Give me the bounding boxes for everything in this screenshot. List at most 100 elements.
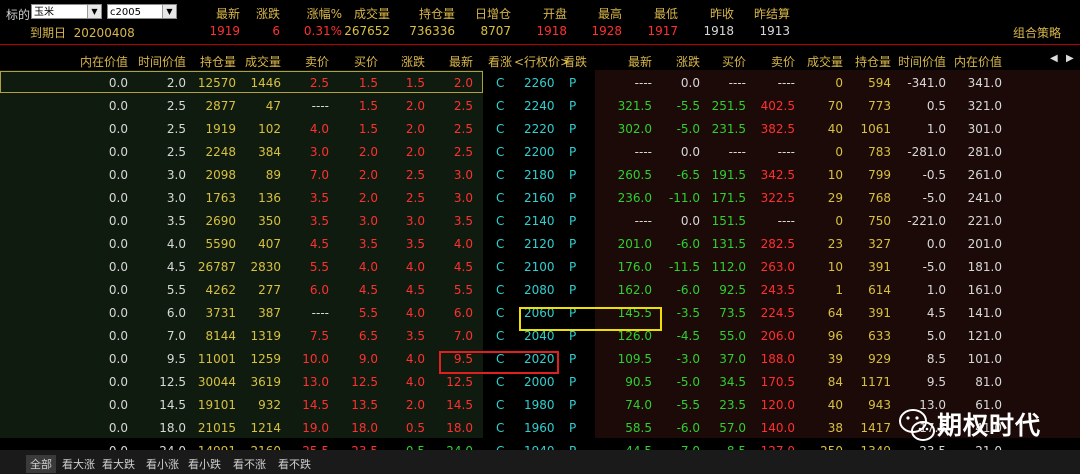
table-row[interactable]: 0.0 2.5 2877 47 ---- 1.5 2.0 2.5 C 2240 P 321.5 -5.5… (0, 95, 1080, 118)
col-header-call-2[interactable]: 持仓量 (200, 53, 236, 70)
call-cell: 1319 (250, 329, 281, 343)
combo-strategy-button[interactable]: 组合策略 (1013, 24, 1061, 41)
strike-price[interactable]: 2040 (524, 329, 555, 343)
chevron-down-icon[interactable]: ▼ (162, 5, 176, 18)
call-cell: 0.0 (108, 214, 128, 228)
divider (0, 44, 1080, 45)
call-cell: 3.0 (166, 191, 186, 205)
call-cell: 1214 (250, 421, 281, 435)
put-cell: -0.5 (922, 168, 946, 182)
put-cell: -6.0 (676, 283, 700, 297)
table-row[interactable]: 0.0 4.5 26787 2830 5.5 4.0 4.0 4.5 C 2100 P 176.0 -1… (0, 256, 1080, 279)
strike-price[interactable]: 2080 (524, 283, 555, 297)
strike-price[interactable]: 2120 (524, 237, 555, 251)
col-header-put-3[interactable]: 卖价 (771, 53, 795, 70)
put-cell: 322.5 (760, 191, 795, 205)
contract-select[interactable]: c2005 ▼ (107, 4, 177, 19)
col-header-put-6[interactable]: 时间价值 (898, 53, 946, 70)
put-cell: 206.0 (760, 329, 795, 343)
strike-price[interactable]: 1980 (524, 398, 555, 412)
chevron-down-icon[interactable]: ▼ (87, 5, 101, 18)
col-header-put-4[interactable]: 成交量 (807, 53, 843, 70)
filter-tab-2[interactable]: 看大跌 (102, 456, 135, 472)
chevron-right-icon[interactable]: ▶ (1066, 53, 1074, 64)
put-cell: 58.5 (625, 421, 652, 435)
strike-price[interactable]: 2140 (524, 214, 555, 228)
filter-tab-3[interactable]: 看小涨 (146, 456, 179, 472)
strike-price[interactable]: 2240 (524, 99, 555, 113)
col-header-put-5[interactable]: 持仓量 (855, 53, 891, 70)
table-row[interactable]: 0.0 3.0 1763 136 3.5 2.0 2.5 3.0 C 2160 P 236.0 -11.… (0, 187, 1080, 210)
filter-tab-4[interactable]: 看小跌 (188, 456, 221, 472)
col-header-call-6[interactable]: 涨跌 (401, 53, 425, 70)
call-cell: 14.5 (159, 398, 186, 412)
table-row[interactable]: 0.0 5.5 4262 277 6.0 4.5 4.5 5.5 C 2080 P 162.0 -6.0… (0, 279, 1080, 302)
put-cell: 84 (827, 375, 843, 389)
filter-tab-1[interactable]: 看大涨 (62, 456, 95, 472)
col-header-call-4[interactable]: 卖价 (305, 53, 329, 70)
strike-price[interactable]: 2180 (524, 168, 555, 182)
strike-price[interactable]: 2220 (524, 122, 555, 136)
table-row[interactable]: 0.0 3.5 2690 350 3.5 3.0 3.0 3.5 C 2140 P ---- 0.0 15… (0, 210, 1080, 233)
col-header-put-7[interactable]: 内在价值 (954, 53, 1002, 70)
strike-price[interactable]: 1960 (524, 421, 555, 435)
put-cell: 40 (827, 398, 843, 412)
put-cell: 4.5 (926, 306, 946, 320)
put-cell: 943 (868, 398, 891, 412)
put-cell: 1.0 (926, 122, 946, 136)
col-header-put-1[interactable]: 涨跌 (676, 53, 700, 70)
call-letter: C (496, 145, 505, 159)
put-cell: 73.5 (719, 306, 746, 320)
strike-price[interactable]: 2200 (524, 145, 555, 159)
call-cell: 6.0 (453, 306, 473, 320)
put-cell: 23 (827, 237, 843, 251)
filter-tab-5[interactable]: 看不涨 (233, 456, 266, 472)
table-row[interactable]: 0.0 3.0 2098 89 7.0 2.0 2.5 3.0 C 2180 P 260.5 -6.5 1… (0, 164, 1080, 187)
put-cell: ---- (634, 214, 652, 228)
strike-price[interactable]: 2160 (524, 191, 555, 205)
underlying-select[interactable]: 玉米 ▼ (31, 4, 102, 19)
table-row[interactable]: 0.0 2.5 2248 384 3.0 2.0 2.0 2.5 C 2200 P ---- 0.0 --… (0, 141, 1080, 164)
call-cell: 2.0 (453, 76, 473, 90)
call-cell: 47 (265, 99, 281, 113)
table-row[interactable]: 0.0 2.0 12570 1446 2.5 1.5 1.5 2.0 C 2260 P ---- 0.0… (0, 72, 1080, 95)
strike-price[interactable]: 2000 (524, 375, 555, 389)
call-cell: 2.5 (453, 145, 473, 159)
put-cell: 241.0 (967, 191, 1002, 205)
filter-tab-0[interactable]: 全部 (26, 455, 56, 473)
col-header-call-5[interactable]: 买价 (354, 53, 378, 70)
table-row[interactable]: 0.0 4.0 5590 407 4.5 3.5 3.5 4.0 C 2120 P 201.0 -6.0… (0, 233, 1080, 256)
chevron-left-icon[interactable]: ◀ (1050, 53, 1058, 64)
put-cell: -5.0 (922, 191, 946, 205)
put-cell: 0.5 (926, 99, 946, 113)
col-header-call-7[interactable]: 最新 (449, 53, 473, 70)
col-header-mid-1[interactable]: <行权价> (514, 53, 570, 70)
call-cell: 1.5 (358, 122, 378, 136)
filter-tab-6[interactable]: 看不跌 (278, 456, 311, 472)
strike-price[interactable]: 2100 (524, 260, 555, 274)
call-cell: 0.0 (108, 421, 128, 435)
call-cell: 2.0 (405, 122, 425, 136)
call-cell: 3.5 (309, 214, 329, 228)
call-cell: 18.0 (351, 421, 378, 435)
call-cell: 9.5 (166, 352, 186, 366)
put-cell: -5.5 (676, 99, 700, 113)
call-cell: 0.0 (108, 283, 128, 297)
table-row[interactable]: 0.0 12.5 30044 3619 13.0 12.5 4.0 12.5 C 2000 P 90.… (0, 371, 1080, 394)
put-cell: 302.0 (617, 122, 652, 136)
col-header-put-0[interactable]: 最新 (628, 53, 652, 70)
call-cell: 7.0 (309, 168, 329, 182)
put-cell: 0.0 (680, 214, 700, 228)
col-header-mid-2[interactable]: 看跌 (563, 53, 587, 70)
col-header-put-2[interactable]: 买价 (722, 53, 746, 70)
strike-price[interactable]: 2260 (524, 76, 555, 90)
quote-value-2: 0.31% (303, 24, 342, 38)
col-header-mid-0[interactable]: 看涨 (488, 53, 512, 70)
col-header-call-3[interactable]: 成交量 (245, 53, 281, 70)
put-cell: -6.0 (676, 421, 700, 435)
col-header-call-0[interactable]: 内在价值 (80, 53, 128, 70)
table-row[interactable]: 0.0 2.5 1919 102 4.0 1.5 2.0 2.5 C 2220 P 302.0 -5.0… (0, 118, 1080, 141)
put-cell: 9.5 (926, 375, 946, 389)
col-header-call-1[interactable]: 时间价值 (138, 53, 186, 70)
call-cell: 5.5 (358, 306, 378, 320)
